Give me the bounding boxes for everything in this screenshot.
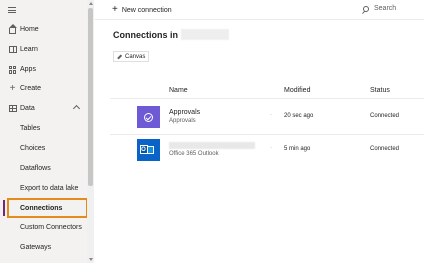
sidebar-item-export-to-data-lake[interactable]: Export to data lake <box>0 179 87 198</box>
sidebar-item-dataflows[interactable]: Dataflows <box>0 159 87 178</box>
sidebar-item-label: Learn <box>20 46 38 53</box>
sidebar-scrollbar[interactable] <box>87 0 94 263</box>
page-title: Connections in <box>113 29 229 40</box>
hamburger-menu-icon[interactable] <box>8 7 16 13</box>
sidebar-item-label: Custom Connectors <box>20 224 82 231</box>
column-header-modified[interactable]: Modified <box>284 87 310 94</box>
plus-icon: + <box>9 83 16 94</box>
redacted-environment-name <box>181 29 229 40</box>
connection-subtitle: Office 365 Outlook <box>169 151 219 157</box>
sidebar-item-label: Create <box>20 85 42 92</box>
more-options-icon[interactable]: · <box>270 112 272 118</box>
sidebar-item-home[interactable]: Home <box>0 20 87 39</box>
sidebar-item-label: Gateways <box>20 244 52 251</box>
modified-time: 20 sec ago <box>284 113 314 119</box>
new-connection-label: New connection <box>121 6 172 14</box>
pencil-icon <box>117 54 122 59</box>
left-navigation: Home Learn Apps + Create Data Tables Cho… <box>0 0 94 263</box>
apps-icon <box>8 65 17 74</box>
approvals-icon <box>137 106 160 128</box>
scrollbar-thumb[interactable] <box>88 8 93 186</box>
table-icon <box>8 104 17 113</box>
sidebar-item-custom-connectors[interactable]: Custom Connectors <box>0 218 87 237</box>
column-header-status[interactable]: Status <box>370 87 390 94</box>
search-icon <box>363 5 369 12</box>
connection-subtitle: Approvals <box>169 118 196 124</box>
sidebar-item-data[interactable]: Data <box>0 99 87 118</box>
column-header-name[interactable]: Name <box>169 87 188 94</box>
canvas-filter-chip[interactable]: Canvas <box>113 51 150 62</box>
redacted-connection-name[interactable] <box>169 142 255 149</box>
modified-time: 5 min ago <box>284 146 311 152</box>
sidebar-item-choices[interactable]: Choices <box>0 139 87 158</box>
sidebar-item-label: Choices <box>20 145 46 152</box>
row-divider <box>110 134 424 135</box>
scroll-up-icon[interactable] <box>89 2 93 5</box>
sidebar-item-gateways[interactable]: Gateways <box>0 238 87 257</box>
sidebar-item-label: Data <box>20 105 35 112</box>
sidebar-item-label: Home <box>20 26 39 33</box>
page-title-text: Connections in <box>113 29 178 40</box>
outlook-icon: O <box>137 139 160 161</box>
more-options-icon[interactable]: · <box>270 145 272 151</box>
chevron-up-icon[interactable] <box>72 104 81 113</box>
highlight-box <box>7 198 88 218</box>
plus-icon: + <box>112 4 118 15</box>
sidebar-item-label: Dataflows <box>20 165 51 172</box>
sidebar-item-label: Export to data lake <box>20 185 79 192</box>
header-divider <box>110 98 424 99</box>
scroll-down-icon[interactable] <box>89 258 93 261</box>
connection-name[interactable]: Approvals <box>169 109 200 116</box>
chip-label: Canvas <box>125 53 146 60</box>
home-icon <box>8 23 17 34</box>
sidebar-item-learn[interactable]: Learn <box>0 40 87 59</box>
search-label: Search <box>374 5 397 12</box>
new-connection-button[interactable]: + New connection <box>112 4 172 15</box>
command-bar: + New connection Search <box>95 0 424 20</box>
book-icon <box>8 45 17 54</box>
status-text: Connected <box>370 113 400 119</box>
sidebar-item-create[interactable]: + Create <box>0 79 87 98</box>
status-text: Connected <box>370 146 400 152</box>
sidebar-item-tables[interactable]: Tables <box>0 119 87 138</box>
search-button[interactable]: Search <box>363 5 396 12</box>
selected-indicator <box>3 200 5 216</box>
sidebar-item-apps[interactable]: Apps <box>0 60 87 79</box>
sidebar-item-label: Tables <box>20 125 41 132</box>
sidebar-item-label: Apps <box>20 66 36 73</box>
